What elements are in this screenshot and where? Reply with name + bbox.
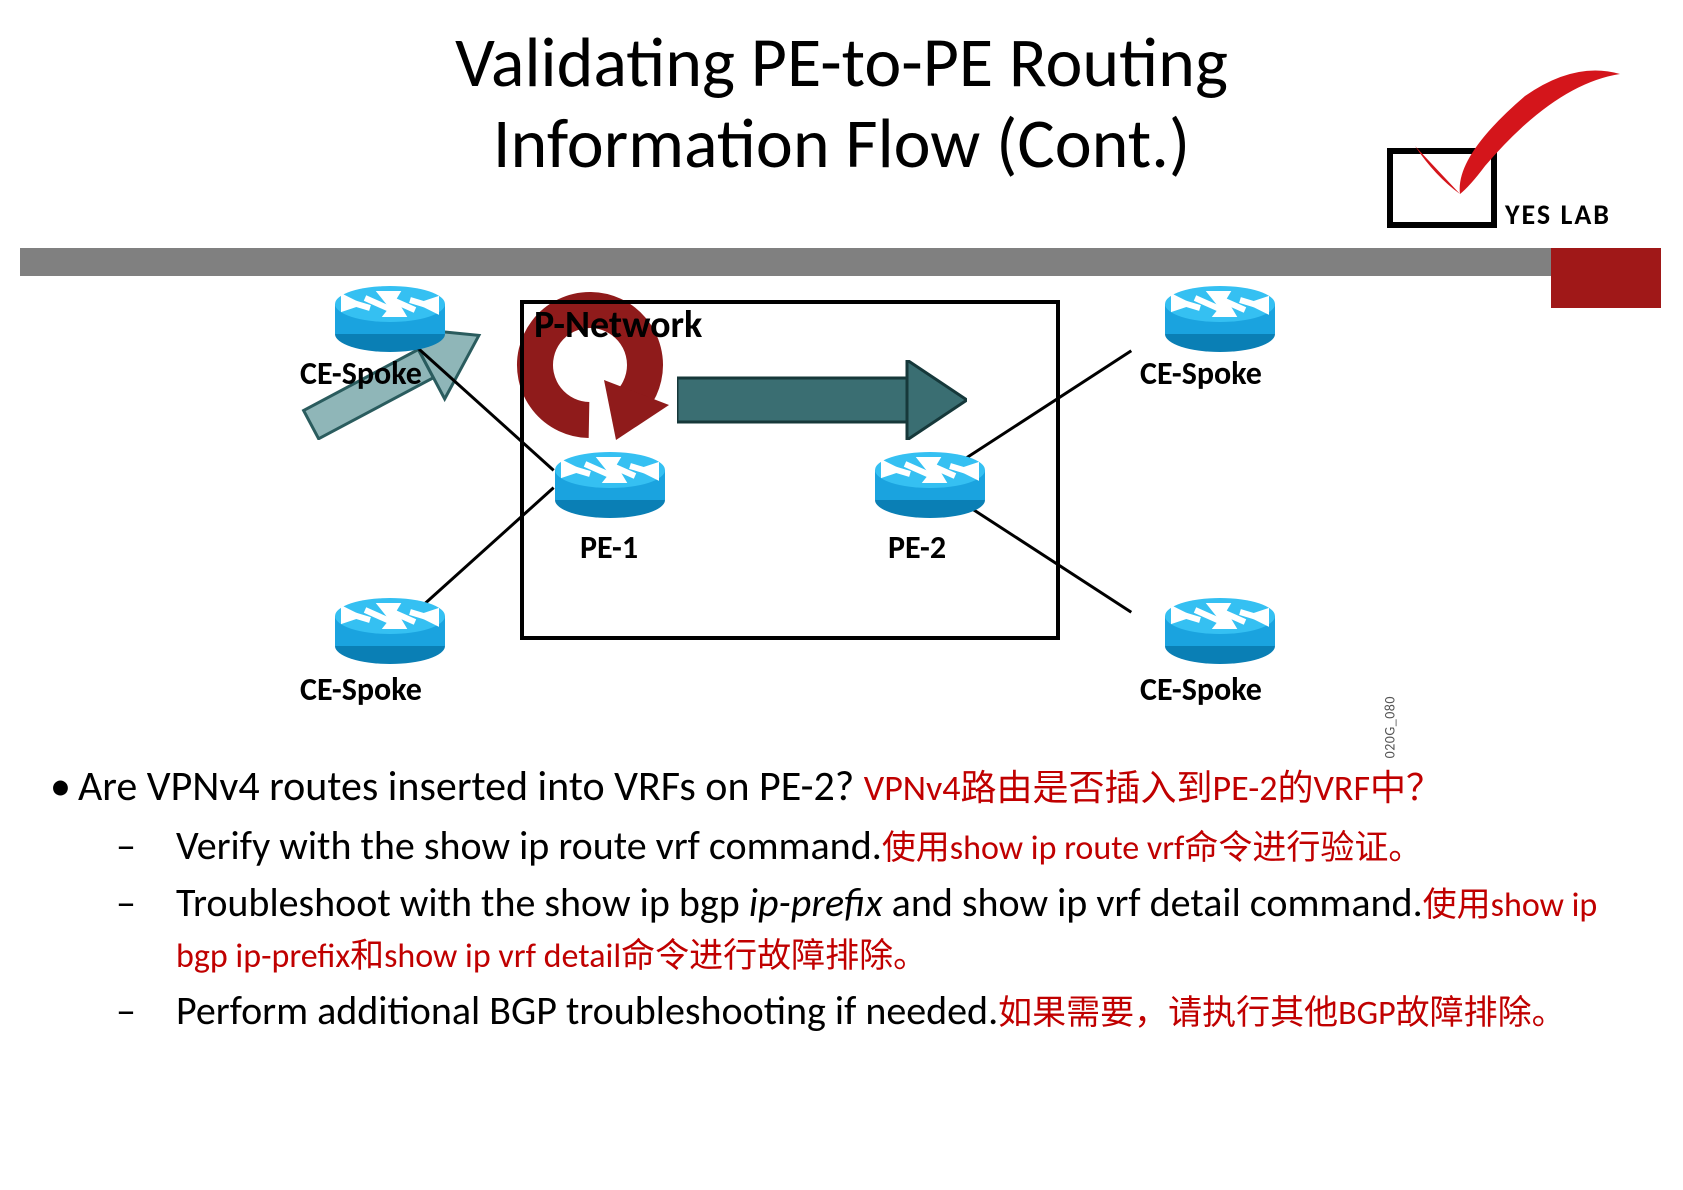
dash-marker: – [146,877,176,928]
router-icon [1160,284,1280,354]
router-icon [550,450,670,520]
p-network-label: P-Network [534,302,702,348]
logo-text: YES LAB [1505,197,1611,232]
ce-spoke-label: CE-Spoke [1140,670,1262,709]
bullet-level-2: –Verify with the show ip route vrf comma… [146,820,1650,871]
sub2-en-italic: ip-prefix [749,878,883,927]
dash-marker: – [146,985,176,1036]
ce-spoke-label: CE-Spoke [1140,354,1262,393]
yes-lab-logo: YES LAB [1387,78,1647,228]
sub2-en-b: and show ip vrf detail command. [883,878,1423,927]
bullet1-zh: VPNv4路由是否插入到PE-2的VRF中？ [864,766,1442,810]
sub3-en: Perform additional BGP troubleshooting i… [176,986,998,1035]
router-icon [870,450,990,520]
title-line-1: Validating PE-to-PE Routing [455,19,1228,105]
dash-marker: – [146,820,176,871]
divider-bar-red [1551,248,1661,308]
sub3-zh: 如果需要，请执行其他BGP故障排除。 [998,993,1566,1034]
bullet-marker: • [50,760,78,814]
network-diagram: P-Network CE-Spoke CE-Spoke PE-1 PE-2 [290,290,1390,750]
router-icon [330,596,450,666]
router-icon [330,284,450,354]
pe1-label: PE-1 [580,528,638,567]
router-icon [1160,596,1280,666]
bullet-level-2: –Perform additional BGP troubleshooting … [146,985,1650,1036]
image-id: 020G_080 [1381,696,1398,758]
bullet-level-1: •Are VPNv4 routes inserted into VRFs on … [50,760,1650,814]
checkmark-icon [1405,66,1625,206]
bullet1-en: Are VPNv4 routes inserted into VRFs on P… [78,761,864,812]
divider-bar-gray [20,248,1660,276]
title-line-2: Information Flow (Cont.) [493,100,1190,186]
sub1-zh: 使用show ip route vrf命令进行验证。 [882,828,1423,869]
pe2-label: PE-2 [888,528,946,567]
sub2-en-a: Troubleshoot with the show ip bgp [176,878,749,927]
ce-spoke-label: CE-Spoke [300,670,422,709]
bullet-level-2: –Troubleshoot with the show ip bgp ip-pr… [146,877,1650,979]
sub1-en: Verify with the show ip route vrf comman… [176,821,882,870]
footer-bar-red [50,1136,1370,1170]
slide-body: •Are VPNv4 routes inserted into VRFs on … [50,760,1650,1043]
ce-spoke-label: CE-Spoke [300,354,422,393]
